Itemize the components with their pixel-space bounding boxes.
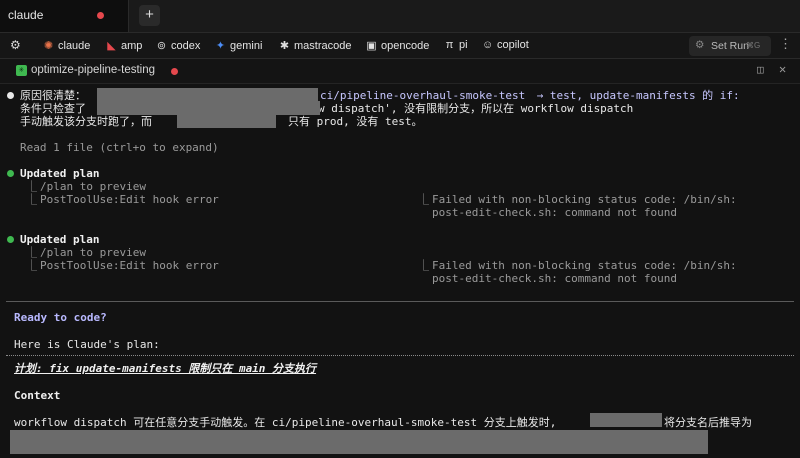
gemini-icon: ✦ xyxy=(215,40,226,52)
hook-error-detail: Failed with non-blocking status code: /b… xyxy=(432,193,737,206)
gear-icon: ⚙ xyxy=(695,39,705,51)
text-line: w dispatch', 没有限制分支，所以在 workflow dispatc… xyxy=(318,102,634,115)
more-options-icon[interactable]: ⋮ xyxy=(779,37,792,52)
hook-error-label: PostToolUse:Edit hook error xyxy=(40,259,219,272)
set-run-button[interactable]: ⚙ Set Run ⌘G xyxy=(689,36,771,56)
message-bullet-icon xyxy=(7,92,14,99)
split-view-icon[interactable]: ◫ xyxy=(757,63,764,76)
tab-bar: claude + xyxy=(0,0,800,33)
amp-icon: ◣ xyxy=(107,40,116,52)
hook-error-detail: post-edit-check.sh: command not found xyxy=(432,206,678,219)
session-title[interactable]: optimize-pipeline-testing xyxy=(31,64,155,76)
copilot-icon: ☺ xyxy=(482,39,494,51)
read-file-note: Read 1 file (ctrl+o to expand) xyxy=(20,141,219,154)
redacted-block xyxy=(10,430,708,454)
agent-toolbar: ⚙ ✺ claude ◣ amp ⊚ codex ✦ gemini ✱ mastracod… xyxy=(0,33,800,59)
hook-error-detail: Failed with non-blocking status code: /b… xyxy=(432,259,737,272)
ready-prompt: Ready to code? xyxy=(14,311,107,324)
agent-claude[interactable]: ✺ claude xyxy=(43,39,91,52)
agent-codex[interactable]: ⊚ codex xyxy=(156,39,200,52)
pi-icon: π xyxy=(445,39,454,51)
divider xyxy=(6,301,794,302)
agent-mastracode[interactable]: ✱ mastracode xyxy=(279,39,352,52)
success-bullet-icon xyxy=(7,236,14,243)
text-line: 原因很清楚： xyxy=(20,89,86,102)
text-line: → test, update-manifests 的 if: xyxy=(530,89,740,102)
plan-title: 计划: fix update-manifests 限制只在 main 分支执行 xyxy=(14,362,317,375)
context-text: 将分支名后推导为 xyxy=(664,416,752,429)
mastra-icon: ✱ xyxy=(279,40,290,52)
text-line: 只有 prod, 没有 test。 xyxy=(288,115,423,128)
agent-amp[interactable]: ◣ amp xyxy=(106,39,142,52)
claude-icon: ✺ xyxy=(43,40,54,52)
agent-pi[interactable]: π pi xyxy=(444,39,468,51)
tab-label: claude xyxy=(8,8,44,22)
redacted-block xyxy=(177,114,276,128)
terminal-session-icon: ✳ xyxy=(16,65,27,76)
redacted-block xyxy=(590,413,662,427)
block-title: Updated plan xyxy=(20,167,100,180)
plan-divider xyxy=(6,355,794,356)
opencode-icon: ▣ xyxy=(366,40,377,52)
success-bullet-icon xyxy=(7,170,14,177)
text-line: 条件只检查了 xyxy=(20,102,86,115)
redacted-block xyxy=(97,101,320,115)
session-status-dot-icon xyxy=(171,68,178,75)
agent-copilot[interactable]: ☺ copilot xyxy=(482,39,529,51)
context-heading: Context xyxy=(14,389,61,402)
block-subline: /plan to preview xyxy=(40,180,146,193)
hook-error-detail: post-edit-check.sh: command not found xyxy=(432,272,678,285)
settings-gear-icon[interactable]: ⚙ xyxy=(10,38,21,52)
new-tab-button[interactable]: + xyxy=(139,5,160,26)
agent-gemini[interactable]: ✦ gemini xyxy=(215,39,263,52)
tab-claude[interactable]: claude xyxy=(0,0,129,32)
block-title: Updated plan xyxy=(20,233,100,246)
close-icon[interactable]: ✕ xyxy=(779,62,786,76)
codex-icon: ⊚ xyxy=(156,40,167,52)
redacted-block xyxy=(97,88,318,102)
context-text: workflow dispatch 可在任意分支手动触发。在 ci/pipeli… xyxy=(14,416,557,429)
agent-opencode[interactable]: ▣ opencode xyxy=(366,39,429,52)
unsaved-dot-icon xyxy=(97,12,104,19)
session-bar: ✳ optimize-pipeline-testing ◫ ✕ xyxy=(0,59,800,84)
branch-name: ci/pipeline-overhaul-smoke-test xyxy=(320,89,526,102)
plan-intro: Here is Claude's plan: xyxy=(14,338,160,351)
hook-error-label: PostToolUse:Edit hook error xyxy=(40,193,219,206)
text-line: 手动触发该分支时跑了，而 xyxy=(20,115,152,128)
block-subline: /plan to preview xyxy=(40,246,146,259)
